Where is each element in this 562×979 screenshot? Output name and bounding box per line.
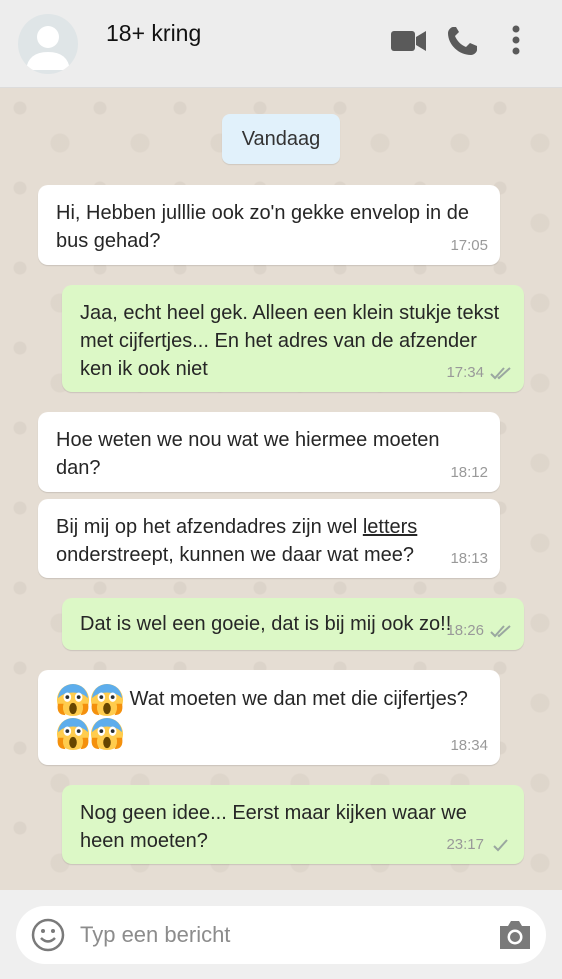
date-separator: Vandaag xyxy=(222,114,340,164)
message-time: 23:17 xyxy=(446,836,484,853)
message-text-part: Wat moeten we dan met die cijfertjes? xyxy=(129,688,468,710)
message-input[interactable] xyxy=(80,915,480,955)
message-bubble-outgoing[interactable]: Jaa, echt heel gek. Alleen een klein stu… xyxy=(62,285,524,392)
message-text: Hi, Hebben julllie ook zo'n gekke envelo… xyxy=(56,202,469,252)
message-text-part: Bij mij op het afzendadres zijn wel xyxy=(56,516,363,538)
emoji-icon[interactable] xyxy=(30,917,66,953)
message-input-box xyxy=(16,906,546,964)
message-text: Bij mij op het afzendadres zijn wel lett… xyxy=(56,513,482,569)
videocam-icon[interactable] xyxy=(389,24,429,58)
camera-icon[interactable] xyxy=(496,918,534,952)
message-bubble-outgoing[interactable]: Nog geen idee... Eerst maar kijken waar … xyxy=(62,785,524,864)
message-text: Hoe weten we nou wat we hiermee moeten d… xyxy=(56,429,440,479)
message-bubble-incoming[interactable]: Hoe weten we nou wat we hiermee moeten d… xyxy=(38,412,500,492)
double-check-icon xyxy=(490,367,511,380)
message-text: Dat is wel een goeie, dat is bij mij ook… xyxy=(80,613,452,635)
face-screaming-in-fear-icon xyxy=(90,683,124,717)
message-bubble-incoming[interactable]: Wat moeten we dan met die cijfertjes? 18… xyxy=(38,670,500,765)
face-screaming-in-fear-icon xyxy=(90,717,124,751)
phone-icon[interactable] xyxy=(444,24,484,58)
check-icon xyxy=(493,839,508,852)
message-text: Jaa, echt heel gek. Alleen een klein stu… xyxy=(80,302,500,380)
message-time: 18:12 xyxy=(450,464,488,481)
face-screaming-in-fear-icon xyxy=(56,683,90,717)
message-text-part: onderstreept, kunnen we daar wat mee? xyxy=(56,544,414,566)
avatar[interactable] xyxy=(18,14,78,74)
message-time: 18:34 xyxy=(450,737,488,754)
face-screaming-in-fear-icon xyxy=(56,717,90,751)
message-text: Nog geen idee... Eerst maar kijken waar … xyxy=(80,802,467,852)
message-time: 18:13 xyxy=(450,550,488,567)
message-time: 18:26 xyxy=(446,622,484,639)
chat-title[interactable]: 18+ kring xyxy=(106,20,201,47)
message-bubble-incoming[interactable]: Bij mij op het afzendadres zijn wel lett… xyxy=(38,499,500,578)
default-avatar-icon xyxy=(26,26,70,70)
message-bubble-outgoing[interactable]: Dat is wel een goeie, dat is bij mij ook… xyxy=(62,598,524,650)
chat-header: 18+ kring xyxy=(0,0,562,88)
message-time: 17:34 xyxy=(446,364,484,381)
message-input-bar xyxy=(0,890,562,979)
message-text: Wat moeten we dan met die cijfertjes? xyxy=(56,682,482,751)
underlined-word: letters xyxy=(362,516,418,538)
more-vert-icon[interactable] xyxy=(500,24,532,58)
message-time: 17:05 xyxy=(450,237,488,254)
double-check-icon xyxy=(490,625,511,638)
message-bubble-incoming[interactable]: Hi, Hebben julllie ook zo'n gekke envelo… xyxy=(38,185,500,265)
